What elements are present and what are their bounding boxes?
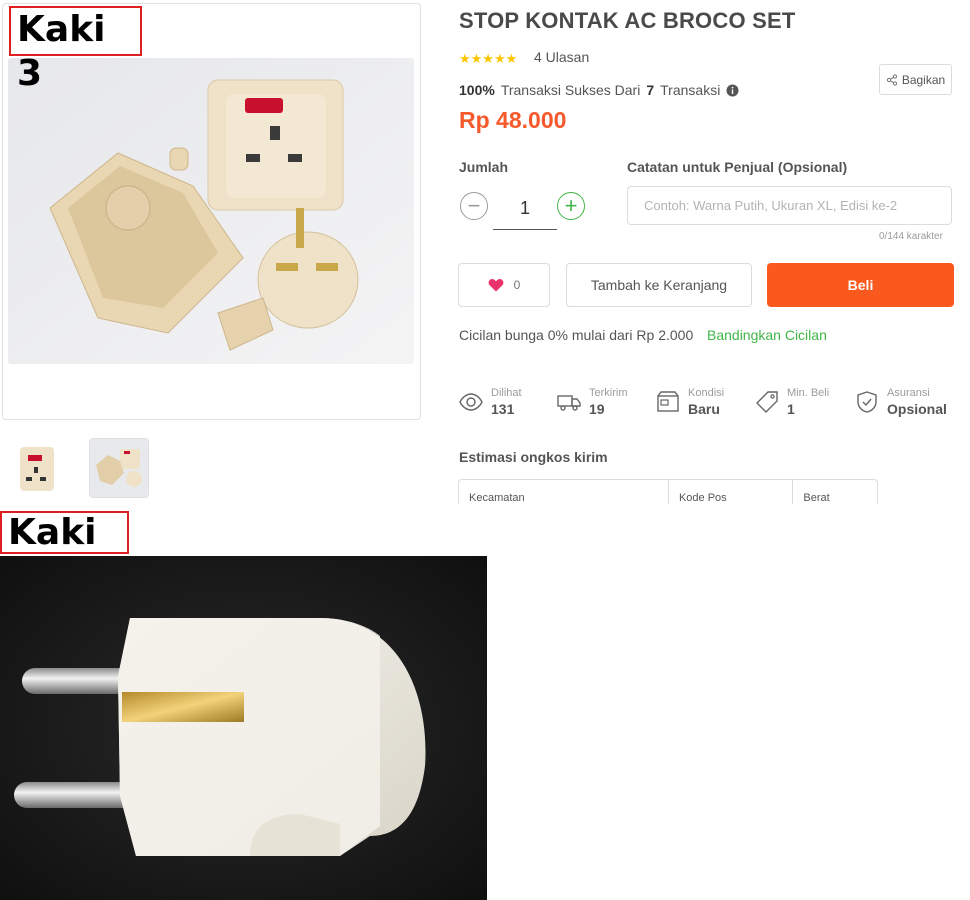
stat-value: 19	[589, 401, 605, 417]
transaction-label: Transaksi	[660, 82, 721, 98]
buy-button[interactable]: Beli	[767, 263, 954, 307]
qty-label: Jumlah	[459, 159, 509, 175]
truck-icon	[557, 395, 581, 411]
reviews-link[interactable]: 4 Ulasan	[534, 49, 589, 65]
box-icon	[657, 391, 679, 412]
wishlist-button[interactable]: 0	[458, 263, 550, 307]
thumbnail-set[interactable]	[89, 438, 149, 498]
share-button[interactable]: Bagikan	[879, 64, 952, 95]
minus-icon: −	[467, 193, 481, 218]
eye-icon	[459, 393, 483, 411]
share-icon	[886, 73, 897, 86]
main-product-image[interactable]	[8, 58, 414, 364]
note-counter: 0/144 karakter	[879, 231, 943, 242]
stat-condition: Kondisi Baru	[656, 386, 724, 418]
stat-value: 1	[787, 401, 795, 417]
wishlist-count: 0	[513, 278, 521, 292]
stat-insurance: Asuransi Opsional	[855, 386, 947, 418]
column-berat[interactable]: Berat	[793, 480, 877, 504]
installment-text: Cicilan bunga 0% mulai dari Rp 2.000	[459, 327, 694, 343]
column-kecamatan[interactable]: Kecamatan	[459, 480, 669, 504]
qty-input[interactable]	[493, 187, 557, 230]
stat-viewed: Dilihat 131	[459, 386, 522, 418]
shipping-estimate-title: Estimasi ongkos kirim	[459, 449, 608, 465]
info-icon[interactable]	[726, 84, 739, 97]
thumbnail-socket[interactable]	[7, 438, 67, 498]
stat-value: Opsional	[887, 401, 947, 417]
product-title: STOP KONTAK AC BROCO SET	[459, 8, 796, 33]
label-kaki-2: Kaki 2	[0, 511, 129, 593]
stat-sent: Terkirim 19	[557, 386, 628, 418]
shipping-table-header: Kecamatan Kode Pos Berat	[458, 479, 878, 504]
qty-increase-button[interactable]: +	[557, 192, 585, 220]
transaction-count: 7	[646, 82, 655, 98]
column-kode-pos[interactable]: Kode Pos	[669, 480, 794, 504]
plug-photo	[0, 556, 487, 900]
stat-value: Baru	[688, 401, 720, 417]
star-icon: ★★★★★	[459, 51, 518, 66]
stat-caption: Asuransi	[887, 387, 930, 399]
transaction-line: 100% Transaksi Sukses Dari 7 Transaksi	[459, 82, 739, 98]
note-label: Catatan untuk Penjual (Opsional)	[627, 159, 848, 175]
heart-icon	[488, 279, 504, 292]
stat-caption: Dilihat	[491, 387, 522, 399]
success-text: Transaksi Sukses Dari	[500, 82, 641, 98]
product-price: Rp 48.000	[459, 107, 567, 133]
plus-icon: +	[564, 193, 578, 218]
stat-caption: Min. Beli	[787, 387, 830, 399]
success-percent: 100%	[459, 82, 495, 98]
compare-installment-link[interactable]: Bandingkan Cicilan	[707, 327, 827, 343]
rating-stars: ★★★★★	[459, 51, 517, 67]
shield-icon	[857, 391, 877, 413]
qty-decrease-button[interactable]: −	[460, 192, 488, 220]
share-label: Bagikan	[901, 72, 946, 87]
stat-value: 131	[491, 401, 515, 417]
stat-caption: Terkirim	[589, 387, 628, 399]
tag-icon	[756, 391, 778, 413]
note-input[interactable]	[627, 186, 952, 225]
label-kaki-3: Kaki 3	[9, 6, 142, 94]
stat-caption: Kondisi	[688, 387, 725, 399]
stat-min-buy: Min. Beli 1	[755, 386, 829, 418]
add-to-cart-button[interactable]: Tambah ke Keranjang	[566, 263, 752, 307]
